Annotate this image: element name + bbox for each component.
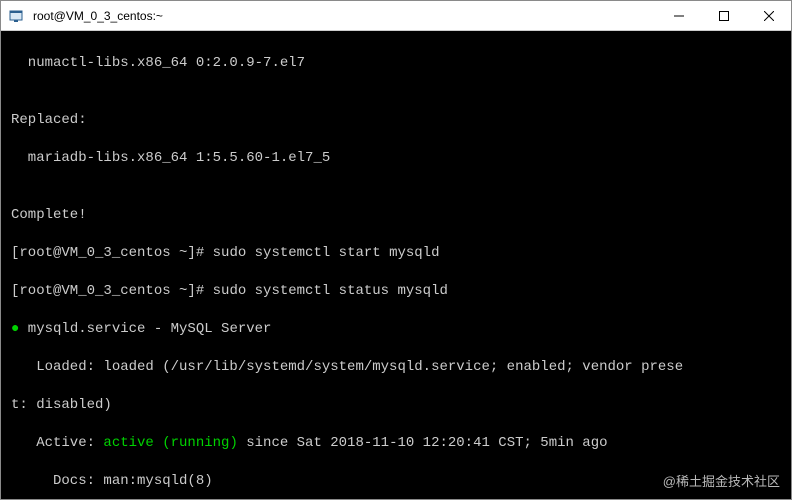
maximize-button[interactable] xyxy=(701,1,746,31)
prompt-line: [root@VM_0_3_centos ~]# sudo systemctl s… xyxy=(11,244,781,263)
output-line: Loaded: loaded (/usr/lib/systemd/system/… xyxy=(11,358,781,377)
output-line: t: disabled) xyxy=(11,396,781,415)
close-button[interactable] xyxy=(746,1,791,31)
putty-icon xyxy=(1,8,31,24)
output-line: Complete! xyxy=(11,206,781,225)
active-state: active (running) xyxy=(103,435,237,451)
command-text: sudo systemctl status mysqld xyxy=(213,283,448,299)
service-name: mysqld.service - MySQL Server xyxy=(19,321,271,337)
command-text: sudo systemctl start mysqld xyxy=(213,245,440,261)
active-line: Active: active (running) since Sat 2018-… xyxy=(11,434,781,453)
terminal-body[interactable]: numactl-libs.x86_64 0:2.0.9-7.el7 Replac… xyxy=(1,31,791,499)
active-rest: since Sat 2018-11-10 12:20:41 CST; 5min … xyxy=(238,435,608,451)
output-line: Replaced: xyxy=(11,111,781,130)
minimize-button[interactable] xyxy=(656,1,701,31)
prompt: [root@VM_0_3_centos ~]# xyxy=(11,245,213,261)
active-label: Active: xyxy=(11,435,103,451)
output-line: Docs: man:mysqld(8) xyxy=(11,472,781,491)
prompt-line: [root@VM_0_3_centos ~]# sudo systemctl s… xyxy=(11,282,781,301)
service-header: ● mysqld.service - MySQL Server xyxy=(11,320,781,339)
output-line: numactl-libs.x86_64 0:2.0.9-7.el7 xyxy=(11,54,781,73)
window-title: root@VM_0_3_centos:~ xyxy=(31,9,163,23)
output-line: mariadb-libs.x86_64 1:5.5.60-1.el7_5 xyxy=(11,149,781,168)
title-bar[interactable]: root@VM_0_3_centos:~ xyxy=(1,1,791,31)
prompt: [root@VM_0_3_centos ~]# xyxy=(11,283,213,299)
terminal-window: root@VM_0_3_centos:~ numactl-libs.x86_64… xyxy=(0,0,792,500)
